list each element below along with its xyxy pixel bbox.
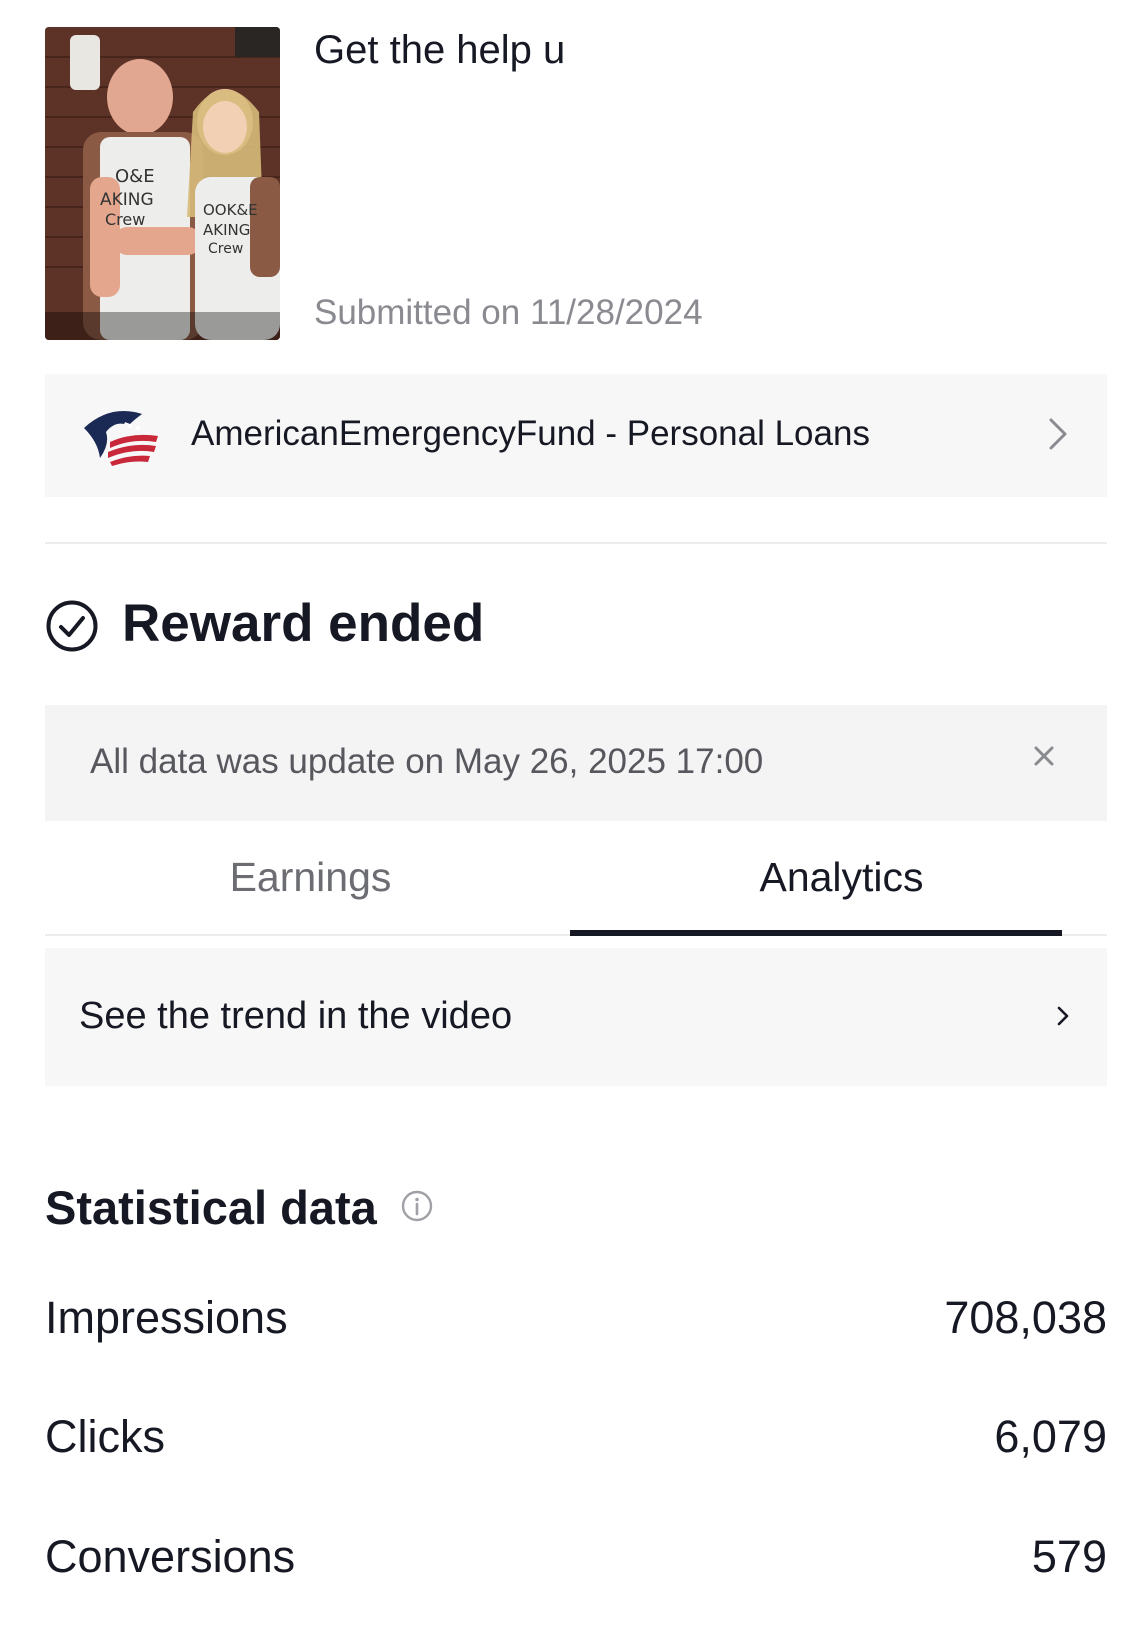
video-thumbnail-image: O&E AKING Crew OOK&E AKING Crew — [45, 27, 280, 340]
advertiser-name: AmericanEmergencyFund - Personal Loans — [191, 414, 870, 453]
stat-value-impressions: 708,038 — [944, 1292, 1107, 1343]
chevron-right-icon — [1057, 1006, 1069, 1026]
check-circle-icon — [46, 600, 98, 652]
svg-text:Crew: Crew — [105, 210, 145, 229]
svg-text:Crew: Crew — [208, 241, 243, 257]
video-title: Get the help u — [314, 28, 566, 72]
svg-text:AKING: AKING — [203, 221, 250, 239]
stat-label-impressions: Impressions — [45, 1292, 288, 1343]
tab-bar: Earnings Analytics — [45, 822, 1107, 936]
stat-value-conversions: 579 — [1031, 1531, 1107, 1582]
advertiser-row[interactable]: AmericanEmergencyFund - Personal Loans — [45, 374, 1107, 497]
tab-analytics[interactable]: Analytics — [576, 822, 1107, 934]
reward-status-heading: Reward ended — [122, 594, 485, 653]
svg-text:OOK&E: OOK&E — [203, 201, 258, 219]
svg-text:O&E: O&E — [115, 166, 155, 187]
section-divider — [45, 542, 1107, 544]
submitted-date: Submitted on 11/28/2024 — [314, 293, 703, 332]
stat-label-conversions: Conversions — [45, 1531, 296, 1582]
active-tab-indicator — [570, 930, 1062, 936]
stat-value-clicks: 6,079 — [994, 1411, 1107, 1462]
eagle-flag-logo-icon — [84, 411, 158, 466]
stat-label-clicks: Clicks — [45, 1411, 165, 1462]
tab-earnings[interactable]: Earnings — [45, 822, 576, 934]
close-icon[interactable] — [1033, 745, 1055, 767]
svg-text:AKING: AKING — [100, 190, 154, 210]
see-trend-row[interactable]: See the trend in the video — [45, 948, 1107, 1086]
video-thumbnail[interactable]: O&E AKING Crew OOK&E AKING Crew — [45, 27, 280, 340]
see-trend-label: See the trend in the video — [79, 995, 513, 1037]
notice-text: All data was update on May 26, 2025 17:0… — [90, 742, 764, 781]
stats-heading: Statistical data — [45, 1181, 377, 1234]
data-update-notice: All data was update on May 26, 2025 17:0… — [45, 705, 1107, 821]
chevron-right-icon — [1049, 418, 1067, 450]
info-icon[interactable] — [401, 1190, 433, 1222]
